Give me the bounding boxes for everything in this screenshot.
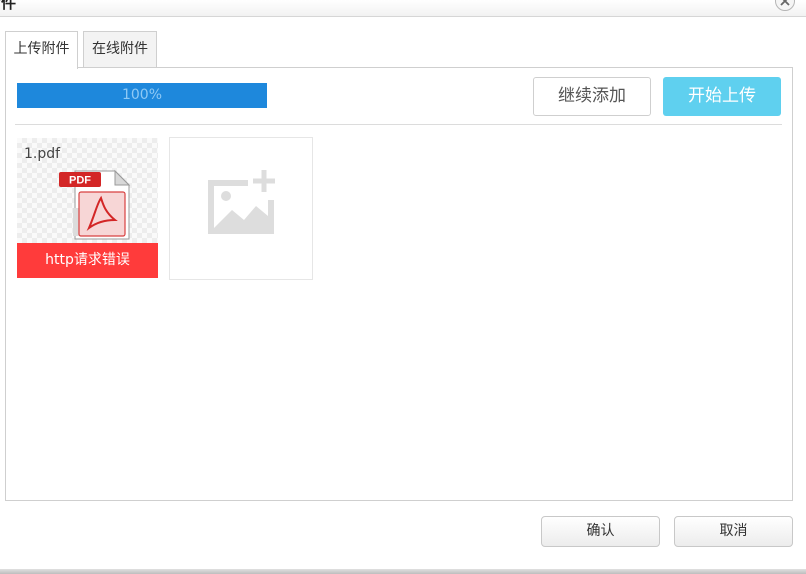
toolbar-divider [15, 124, 782, 125]
pdf-file-icon: PDF [59, 169, 131, 240]
pdf-badge: PDF [69, 175, 91, 187]
close-button[interactable] [775, 0, 795, 11]
file-name: 1.pdf [24, 146, 61, 162]
confirm-button[interactable]: 确认 [541, 516, 660, 547]
upload-error-message: http请求错误 [17, 243, 158, 278]
continue-add-button[interactable]: 继续添加 [533, 77, 651, 116]
dialog-bottom-edge [0, 569, 806, 574]
upload-progress-bar: 100% [17, 83, 267, 108]
progress-label: 100% [121, 87, 163, 103]
start-upload-button[interactable]: 开始上传 [663, 77, 781, 116]
add-image-placeholder[interactable] [169, 137, 313, 280]
tab-online[interactable]: 在线附件 [83, 31, 157, 67]
close-icon [780, 0, 790, 6]
tab-upload[interactable]: 上传附件 [5, 31, 78, 69]
dialog-title: 附件 [0, 0, 17, 12]
add-image-icon [208, 170, 275, 234]
file-card[interactable]: 1.pdf PDF http请求错误 [17, 138, 158, 278]
cancel-button[interactable]: 取消 [674, 516, 793, 547]
upload-panel: 100% 继续添加 开始上传 1.pdf PDF http请求错误 [5, 67, 793, 501]
dialog-titlebar: 附件 [0, 0, 806, 17]
